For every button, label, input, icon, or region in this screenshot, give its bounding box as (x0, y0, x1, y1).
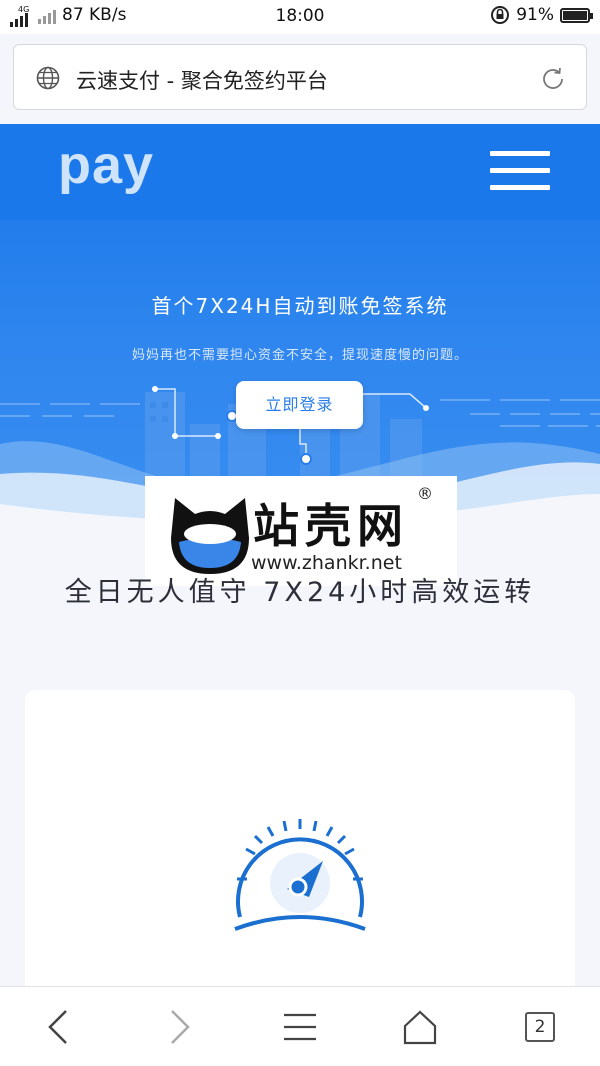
home-icon (403, 1010, 437, 1045)
menu-button[interactable] (280, 1007, 320, 1047)
status-right: 91% (490, 5, 593, 25)
browser-page: 4G 87 KB/s 18:00 91% 云速支付 - 聚合免签约平台 pay … (0, 0, 600, 1066)
speedometer-icon (234, 819, 366, 931)
back-button[interactable] (38, 1007, 78, 1047)
forward-arrow-icon (171, 1010, 190, 1044)
hamburger-menu-icon[interactable] (490, 151, 550, 191)
hero-title: 首个7X24H自动到账免签系统 (151, 294, 449, 318)
address-bar[interactable]: 云速支付 - 聚合免签约平台 (13, 44, 587, 110)
forward-button[interactable] (160, 1007, 200, 1047)
battery-percent: 91% (516, 5, 554, 25)
menu-lines-icon (284, 1013, 316, 1041)
reload-icon[interactable] (538, 64, 568, 94)
home-button[interactable] (400, 1007, 440, 1047)
status-bar: 4G 87 KB/s 18:00 91% (0, 0, 600, 34)
registered-mark: ® (417, 484, 433, 503)
browser-toolbar: 2 (0, 986, 600, 1066)
watermark-name: 站壳网 (253, 499, 409, 553)
battery-icon (560, 7, 593, 23)
site-logo[interactable]: pay (58, 134, 154, 196)
hero-subtitle: 妈妈再也不需要担心资金不安全，提现速度慢的问题。 (131, 348, 468, 363)
login-button[interactable]: 立即登录 (236, 381, 363, 429)
rotation-lock-icon (491, 6, 510, 24)
cat-logo-icon (171, 498, 249, 574)
tabs-button[interactable]: 2 (520, 1007, 560, 1047)
tab-count: 2 (525, 1012, 555, 1042)
back-arrow-icon (48, 1010, 67, 1044)
page-title[interactable]: 云速支付 - 聚合免签约平台 (76, 65, 328, 95)
globe-icon (36, 66, 60, 90)
section-title: 全日无人值守 7X24小时高效运转 (64, 577, 536, 608)
